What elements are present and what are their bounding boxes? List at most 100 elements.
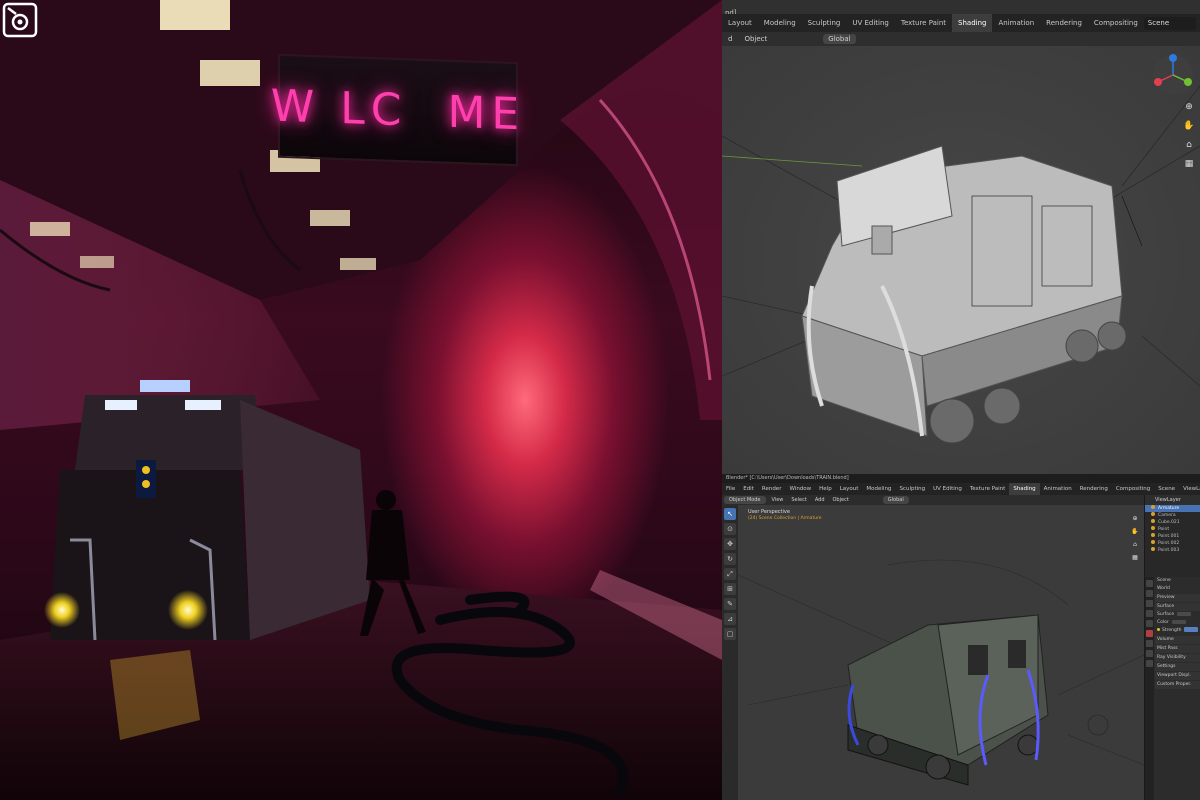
object-tab-icon[interactable] xyxy=(1146,640,1153,647)
props-field-label: Surface xyxy=(1157,612,1175,617)
props-field[interactable]: Strength xyxy=(1155,627,1200,635)
tab-compositing[interactable]: Compositing xyxy=(1112,486,1154,492)
view-menu[interactable]: View xyxy=(768,497,788,503)
scale-tool-icon[interactable]: ⤢ xyxy=(724,568,736,580)
pan-hand-icon[interactable]: ✋ xyxy=(1130,527,1140,537)
tab-sculpting[interactable]: Sculpting xyxy=(895,486,929,492)
3d-viewport-material[interactable]: User Perspective (24) Scene Collection |… xyxy=(738,505,1144,800)
object-menu[interactable]: Object xyxy=(738,35,773,43)
world-tab-icon[interactable] xyxy=(1146,630,1153,637)
zoom-icon[interactable]: ⊕ xyxy=(1130,514,1140,524)
outliner-item[interactable]: Point xyxy=(1145,526,1200,533)
menu-edit[interactable]: Edit xyxy=(739,486,758,492)
menu-window[interactable]: Window xyxy=(785,486,815,492)
props-section[interactable]: Settings xyxy=(1155,663,1200,671)
props-section[interactable]: Viewport Displ. xyxy=(1155,672,1200,680)
tab-modeling[interactable]: Modeling xyxy=(758,14,802,32)
mode-dropdown[interactable]: Object Mode xyxy=(724,496,766,504)
menu-help[interactable]: Help xyxy=(815,486,836,492)
outliner-item-label: Point xyxy=(1158,527,1170,532)
orientation-dropdown[interactable]: Global xyxy=(823,34,856,44)
view-layer-tab-icon[interactable] xyxy=(1146,610,1153,617)
outliner-item[interactable]: Camera xyxy=(1145,512,1200,519)
props-section[interactable]: Preview xyxy=(1155,594,1200,602)
3d-viewport-solid[interactable] xyxy=(722,46,1200,474)
cursor-tool-icon[interactable]: ⊙ xyxy=(724,523,736,535)
pan-hand-icon[interactable]: ✋ xyxy=(1182,119,1196,133)
outliner-item-label: Point.002 xyxy=(1158,541,1180,546)
measure-tool-icon[interactable]: ⊿ xyxy=(724,613,736,625)
props-section[interactable]: Volume xyxy=(1155,636,1200,644)
outliner-item[interactable]: Armature xyxy=(1145,505,1200,512)
viewport-label: User Perspective xyxy=(748,509,790,515)
props-field[interactable]: Surface xyxy=(1155,611,1200,619)
scene-selector[interactable]: Scene xyxy=(1143,16,1196,30)
viewport-collection-label: (24) Scene Collection | Armature xyxy=(748,516,822,521)
modifier-tab-icon[interactable] xyxy=(1146,650,1153,657)
transform-tool-icon[interactable]: ⊞ xyxy=(724,583,736,595)
viewport-header: Object Mode View Select Add Object Globa… xyxy=(722,495,1144,505)
viewport-nav-icons: ⊕ ✋ ⌂ ▦ xyxy=(1182,100,1198,176)
tab-modeling[interactable]: Modeling xyxy=(862,486,895,492)
menu-file[interactable]: File xyxy=(722,486,739,492)
tab-animation[interactable]: Animation xyxy=(992,14,1040,32)
tab-animation[interactable]: Animation xyxy=(1040,486,1076,492)
props-scene-label: Scene xyxy=(1157,578,1171,583)
outliner-item[interactable]: Point.003 xyxy=(1145,547,1200,554)
final-render: W LC ME xyxy=(0,0,722,800)
object-icon xyxy=(1151,505,1155,509)
annotate-tool-icon[interactable]: ✎ xyxy=(724,598,736,610)
tab-shading[interactable]: Shading xyxy=(1009,483,1040,495)
add-menu[interactable]: Add xyxy=(811,497,829,503)
camera-icon[interactable]: ⌂ xyxy=(1130,540,1140,550)
menu-render[interactable]: Render xyxy=(758,486,786,492)
tab-rendering[interactable]: Rendering xyxy=(1076,486,1112,492)
add-cube-tool-icon[interactable]: ▢ xyxy=(724,628,736,640)
physics-tab-icon[interactable] xyxy=(1146,660,1153,667)
tab-texture-paint[interactable]: Texture Paint xyxy=(895,14,952,32)
scene-selector[interactable]: Scene xyxy=(1154,486,1179,492)
props-world-field[interactable]: World xyxy=(1155,585,1200,593)
tool-tab-icon[interactable] xyxy=(1146,580,1153,587)
object-icon xyxy=(1151,519,1155,523)
outliner-item[interactable]: Point.001 xyxy=(1145,533,1200,540)
stylized-eye-logo-icon xyxy=(2,2,38,38)
tab-texture-paint[interactable]: Texture Paint xyxy=(966,486,1010,492)
object-menu[interactable]: Object xyxy=(829,497,853,503)
props-section[interactable]: Surface xyxy=(1155,603,1200,611)
props-field[interactable]: Color xyxy=(1155,619,1200,627)
outliner-item[interactable]: Point.002 xyxy=(1145,540,1200,547)
object-icon xyxy=(1151,533,1155,537)
tab-uv-editing[interactable]: UV Editing xyxy=(929,486,966,492)
outliner-item[interactable]: Cube.021 xyxy=(1145,519,1200,526)
zoom-icon[interactable]: ⊕ xyxy=(1182,100,1196,114)
rotate-tool-icon[interactable]: ↻ xyxy=(724,553,736,565)
grid-icon[interactable]: ▦ xyxy=(1130,553,1140,563)
tab-rendering[interactable]: Rendering xyxy=(1040,14,1088,32)
output-tab-icon[interactable] xyxy=(1146,600,1153,607)
tab-compositing[interactable]: Compositing xyxy=(1088,14,1144,32)
tab-layout[interactable]: Layout xyxy=(836,486,863,492)
tab-uv-editing[interactable]: UV Editing xyxy=(846,14,895,32)
props-section[interactable]: Ray Visibility xyxy=(1155,654,1200,662)
view-layer-selector[interactable]: ViewLayer xyxy=(1179,486,1200,492)
tab-shading[interactable]: Shading xyxy=(952,14,993,32)
grid-icon[interactable]: ▦ xyxy=(1182,157,1196,171)
tab-layout[interactable]: Layout xyxy=(722,14,758,32)
keyframe-icon xyxy=(1157,628,1160,631)
camera-icon[interactable]: ⌂ xyxy=(1182,138,1196,152)
window-title: Blender* [C:\Users\User\Downloads\TRAIN.… xyxy=(722,474,1200,483)
select-tool-icon[interactable]: ↖ xyxy=(724,508,736,520)
viewport-header: d Object Global xyxy=(722,32,1200,46)
composite-image: W LC ME nd] Layout Modeling Sculpting UV… xyxy=(0,0,1200,800)
welcome-sign: W LC ME xyxy=(271,53,525,167)
props-section[interactable]: Mist Pass xyxy=(1155,645,1200,653)
orientation-dropdown[interactable]: Global xyxy=(882,496,909,504)
navigation-gizmo-icon[interactable] xyxy=(1150,52,1196,98)
move-tool-icon[interactable]: ✥ xyxy=(724,538,736,550)
scene-tab-icon[interactable] xyxy=(1146,620,1153,627)
props-section[interactable]: Custom Proper. xyxy=(1155,681,1200,689)
select-menu[interactable]: Select xyxy=(787,497,810,503)
tab-sculpting[interactable]: Sculpting xyxy=(802,14,847,32)
render-tab-icon[interactable] xyxy=(1146,590,1153,597)
